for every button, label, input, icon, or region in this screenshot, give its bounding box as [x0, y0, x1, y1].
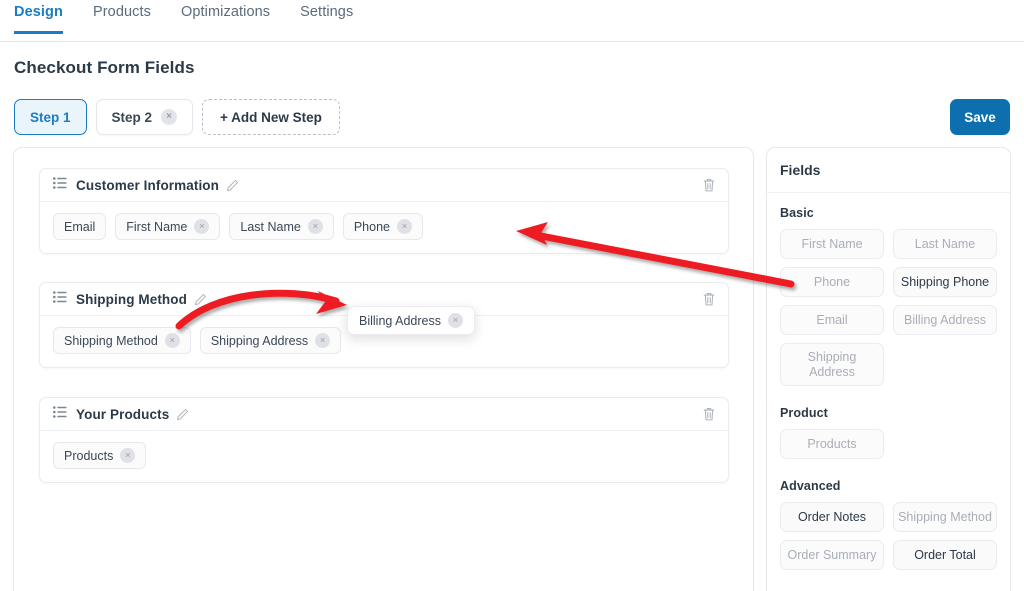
chip-label: Email [64, 220, 95, 234]
fields-panel: Fields Basic First Name Last Name Phone … [766, 147, 1011, 591]
field-chip-shipping-method[interactable]: Shipping Method × [53, 327, 191, 354]
section-title: Shipping Method [76, 292, 187, 307]
chip-label: Billing Address [359, 314, 441, 328]
chip-label: Last Name [240, 220, 300, 234]
field-button-shipping-method[interactable]: Shipping Method [893, 502, 997, 532]
field-button-order-total[interactable]: Order Total [893, 540, 997, 570]
nav-tab-optimizations[interactable]: Optimizations [181, 0, 270, 34]
step-tab-2-label: Step 2 [112, 110, 153, 125]
section-header: Your Products [40, 398, 728, 431]
close-icon[interactable]: × [397, 219, 412, 234]
close-icon[interactable]: × [165, 333, 180, 348]
field-button-order-notes[interactable]: Order Notes [780, 502, 884, 532]
step-tab-1[interactable]: Step 1 [14, 99, 87, 135]
field-button-phone[interactable]: Phone [780, 267, 884, 297]
section-fields: Email First Name × Last Name × Phone × [40, 202, 728, 253]
field-button-billing-address[interactable]: Billing Address [893, 305, 997, 335]
edit-pencil-icon[interactable] [226, 179, 239, 192]
edit-pencil-icon[interactable] [176, 408, 189, 421]
fields-panel-title: Fields [767, 148, 1010, 193]
chip-label: First Name [126, 220, 187, 234]
field-chip-email[interactable]: Email [53, 213, 106, 240]
field-button-shipping-phone[interactable]: Shipping Phone [893, 267, 997, 297]
close-icon[interactable]: × [161, 109, 177, 125]
chip-label: Shipping Method [64, 334, 158, 348]
chip-label: Products [64, 449, 113, 463]
delete-section-trash-icon[interactable] [702, 177, 716, 193]
field-button-products[interactable]: Products [780, 429, 884, 459]
field-chip-last-name[interactable]: Last Name × [229, 213, 333, 240]
save-button[interactable]: Save [950, 99, 1010, 135]
field-button-last-name[interactable]: Last Name [893, 229, 997, 259]
drag-handle-list-icon[interactable] [53, 405, 67, 423]
chip-label: Shipping Address [211, 334, 308, 348]
field-group-advanced: Order Notes Shipping Method Order Summar… [780, 502, 997, 570]
field-group-product: Products [780, 429, 997, 459]
close-icon[interactable]: × [315, 333, 330, 348]
close-icon[interactable]: × [120, 448, 135, 463]
field-button-email[interactable]: Email [780, 305, 884, 335]
section-title: Customer Information [76, 178, 219, 193]
nav-tab-settings[interactable]: Settings [300, 0, 353, 34]
delete-section-trash-icon[interactable] [702, 291, 716, 307]
field-button-first-name[interactable]: First Name [780, 229, 884, 259]
close-icon[interactable]: × [194, 219, 209, 234]
primary-nav: Design Products Optimizations Settings [0, 0, 1024, 42]
field-button-shipping-address[interactable]: Shipping Address [780, 343, 884, 386]
form-builder-canvas: Customer Information Email First [13, 147, 754, 591]
section-your-products: Your Products Products × [39, 397, 729, 483]
checkout-form-fields-page: Design Products Optimizations Settings C… [0, 0, 1024, 591]
dragging-field-chip-billing-address[interactable]: Billing Address × [347, 306, 475, 335]
section-fields: Products × [40, 431, 728, 482]
field-chip-first-name[interactable]: First Name × [115, 213, 220, 240]
chip-label: Phone [354, 220, 390, 234]
step-tab-1-label: Step 1 [30, 110, 71, 125]
drag-handle-list-icon[interactable] [53, 176, 67, 194]
fields-panel-body: Basic First Name Last Name Phone Shippin… [767, 193, 1010, 570]
field-group-label-product: Product [780, 406, 997, 420]
step-tabs: Step 1 Step 2 × + Add New Step [14, 99, 340, 135]
close-icon[interactable]: × [308, 219, 323, 234]
field-chip-phone[interactable]: Phone × [343, 213, 423, 240]
step-tab-2[interactable]: Step 2 × [96, 99, 194, 135]
nav-tab-design[interactable]: Design [14, 0, 63, 34]
drag-handle-list-icon[interactable] [53, 290, 67, 308]
field-group-basic: First Name Last Name Phone Shipping Phon… [780, 229, 997, 386]
field-group-label-basic: Basic [780, 206, 997, 220]
field-chip-products[interactable]: Products × [53, 442, 146, 469]
field-group-label-advanced: Advanced [780, 479, 997, 493]
field-button-order-summary[interactable]: Order Summary [780, 540, 884, 570]
page-title: Checkout Form Fields [14, 58, 195, 78]
delete-section-trash-icon[interactable] [702, 406, 716, 422]
close-icon[interactable]: × [448, 313, 463, 328]
add-new-step-button[interactable]: + Add New Step [202, 99, 340, 135]
edit-pencil-icon[interactable] [194, 293, 207, 306]
section-customer-information: Customer Information Email First [39, 168, 729, 254]
section-header: Customer Information [40, 169, 728, 202]
section-title: Your Products [76, 407, 169, 422]
field-chip-shipping-address[interactable]: Shipping Address × [200, 327, 341, 354]
nav-tab-products[interactable]: Products [93, 0, 151, 34]
